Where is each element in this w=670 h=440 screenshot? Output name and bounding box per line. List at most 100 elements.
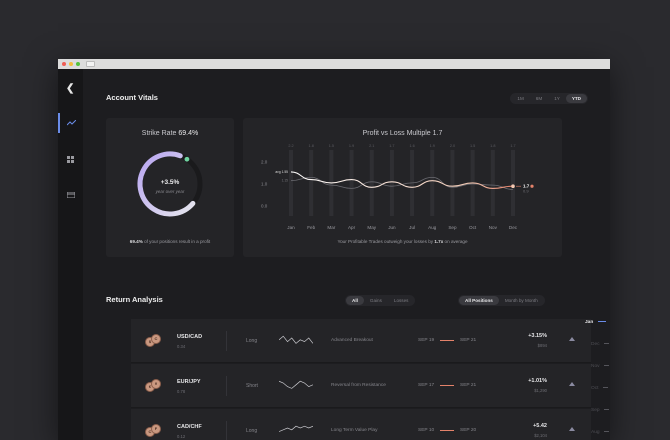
- period-ytd[interactable]: YTD: [565, 94, 587, 103]
- return-percent: +3.15%: [528, 333, 547, 339]
- strategy-name: Advanced Breakout: [331, 338, 373, 343]
- month-bar: [389, 150, 394, 216]
- view-all-positions[interactable]: All Positions: [459, 296, 499, 305]
- period-1m[interactable]: 1M: [511, 94, 529, 103]
- month-bar: [369, 150, 374, 216]
- top-value-label: 1.7: [510, 144, 515, 148]
- date-from: SEP 19: [418, 338, 435, 343]
- strike-rate-change: +3.5%: [160, 179, 180, 186]
- period-6m[interactable]: 6M: [530, 94, 548, 103]
- wallet-icon: [66, 192, 75, 198]
- account-vitals-title: Account Vitals: [106, 93, 158, 102]
- period-1y[interactable]: 1Y: [548, 94, 566, 103]
- month-rail-item[interactable]: Jan: [585, 320, 606, 325]
- x-tick-label: Dec: [509, 225, 518, 230]
- date-to: SEP 21: [460, 338, 477, 343]
- series-end-label: 0.9: [523, 189, 529, 194]
- strategy-name: Reversal from Resistance: [331, 383, 386, 388]
- strike-rate-card: Strike Rate 69.4% +3.5% year over year 6…: [106, 118, 234, 257]
- month-rail-item[interactable]: Aug: [591, 430, 609, 435]
- month-rail-item[interactable]: Dec: [591, 342, 609, 347]
- divider: [226, 421, 227, 440]
- top-value-label: 1.5: [329, 144, 334, 148]
- sidebar-item-dashboard[interactable]: [58, 149, 83, 169]
- maximize-icon[interactable]: [76, 62, 80, 66]
- pair-subvalue: 0.78: [177, 389, 186, 394]
- pair-subvalue: 0.12: [177, 434, 186, 439]
- dashboard-icon: [67, 155, 74, 163]
- gauge-marker: [184, 156, 190, 162]
- sparkline-path: [279, 335, 313, 344]
- top-value-label: 2.1: [369, 144, 374, 148]
- top-value-label: 1.7: [389, 144, 394, 148]
- x-tick-label: Oct: [469, 225, 477, 230]
- expand-icon[interactable]: [569, 427, 575, 431]
- coin-icon: C: [151, 334, 161, 344]
- date-to: SEP 20: [460, 428, 477, 433]
- month-rail-item[interactable]: Oct: [591, 386, 608, 391]
- sidebar-item-wallet[interactable]: [58, 185, 83, 205]
- position-side: Long: [246, 428, 258, 434]
- top-value-label: 1.9: [430, 144, 435, 148]
- expand-icon[interactable]: [569, 382, 575, 386]
- top-value-label: 1.6: [409, 144, 414, 148]
- month-bar: [511, 150, 515, 216]
- sparkline: [279, 425, 313, 432]
- strike-rate-footnote: 69.4% of your positions result in a prof…: [129, 239, 211, 244]
- sidebar-item-trend[interactable]: [58, 113, 83, 133]
- y-tick-label: 1.0: [261, 182, 268, 187]
- return-analysis-title: Return Analysis: [106, 295, 163, 304]
- minimize-icon[interactable]: [69, 62, 73, 66]
- x-tick-label: Jul: [409, 225, 415, 230]
- month-rail-item[interactable]: Nov: [591, 364, 609, 369]
- x-tick-label: Jan: [287, 225, 295, 230]
- currency-coins: € ¥: [145, 379, 161, 393]
- app-window: ❮ Account Vitals 1M 6M 1Y YTD Strike Rate 6…: [58, 59, 610, 440]
- table-row[interactable]: C F CAD/CHF 0.12 Long Long Term Value Pl…: [131, 409, 591, 440]
- sparkline: [279, 335, 313, 344]
- series-start-label: 1.15: [282, 179, 289, 183]
- month-bar: [450, 150, 455, 216]
- top-value-label: 1.9: [349, 144, 354, 148]
- pair-subvalue: 0.34: [177, 344, 186, 349]
- x-tick-label: May: [367, 225, 376, 230]
- sparkline-path: [279, 425, 313, 432]
- arrow-icon: [440, 430, 454, 431]
- coin-icon: ¥: [151, 379, 161, 389]
- sparkline: [279, 380, 313, 389]
- month-bar: [289, 150, 293, 216]
- table-row[interactable]: € ¥ EUR/JPY 0.78 Short Reversal from Res…: [131, 364, 591, 408]
- currency-pair: USD/CAD: [177, 334, 203, 340]
- x-tick-label: Sep: [448, 225, 457, 230]
- month-rail-item[interactable]: Sep: [591, 408, 609, 413]
- x-tick-label: Aug: [428, 225, 437, 230]
- return-amount: $894: [537, 343, 547, 348]
- series-end-marker: [511, 184, 515, 188]
- close-icon[interactable]: [62, 62, 66, 66]
- filter-gains[interactable]: Gains: [364, 296, 388, 305]
- currency-coins: $ C: [145, 334, 161, 348]
- arrow-icon: [440, 385, 454, 386]
- series-line-secondary: [290, 176, 514, 190]
- return-percent: +5.42: [533, 423, 547, 429]
- month-bar: [309, 150, 314, 216]
- date-to: SEP 21: [460, 383, 477, 388]
- series-line-primary: [290, 171, 514, 189]
- coin-icon: F: [151, 424, 161, 434]
- series-end-dot: [530, 184, 534, 188]
- sparkline-path: [279, 380, 313, 389]
- logo: ❮: [66, 83, 75, 94]
- series-start-label: avg 1.55: [275, 170, 288, 174]
- table-row[interactable]: $ C USD/CAD 0.34 Long Advanced Breakout …: [131, 319, 591, 363]
- divider: [226, 331, 227, 351]
- view-month-by-month[interactable]: Month by Month: [499, 296, 544, 305]
- return-amount: $1,290: [534, 388, 547, 393]
- titlebar: [58, 59, 610, 69]
- expand-icon[interactable]: [569, 337, 575, 341]
- y-tick-label: 0.0: [261, 204, 268, 209]
- back-forward-button[interactable]: [86, 61, 95, 67]
- filter-losses[interactable]: Losses: [388, 296, 415, 305]
- date-from: SEP 10: [418, 428, 435, 433]
- filter-all[interactable]: All: [346, 296, 364, 305]
- top-value-label: 2.0: [450, 144, 455, 148]
